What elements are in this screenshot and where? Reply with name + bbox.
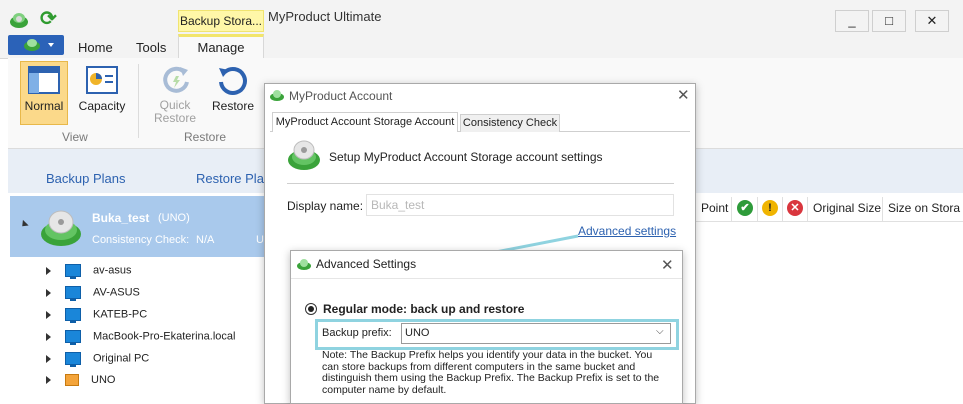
column-size-on-storage[interactable]: Size on Stora bbox=[888, 201, 960, 215]
expand-icon[interactable] bbox=[46, 266, 51, 275]
column-divider bbox=[782, 197, 783, 221]
column-divider bbox=[731, 197, 732, 221]
backup-prefix-select[interactable]: UNO bbox=[401, 323, 671, 344]
backup-plans-link[interactable]: Backup Plans bbox=[46, 171, 126, 186]
column-divider bbox=[757, 197, 758, 221]
expand-icon[interactable] bbox=[46, 310, 51, 319]
expand-icon[interactable] bbox=[46, 288, 51, 297]
computer-icon bbox=[65, 308, 81, 323]
capacity-label[interactable]: Capacity bbox=[74, 99, 130, 113]
list-item[interactable]: UNO bbox=[46, 374, 115, 394]
divider bbox=[291, 278, 682, 279]
expand-icon[interactable] bbox=[46, 354, 51, 363]
restore-group-label: Restore bbox=[184, 130, 227, 144]
normal-view-label: Normal bbox=[24, 99, 64, 113]
view-group-label: View bbox=[62, 130, 88, 144]
tab-home[interactable]: Home bbox=[78, 40, 113, 55]
computer-name: AV-ASUS bbox=[93, 286, 140, 299]
app-menu-button[interactable] bbox=[8, 35, 64, 55]
advanced-dialog-logo-icon bbox=[296, 257, 312, 274]
advanced-settings-link[interactable]: Advanced settings bbox=[578, 224, 676, 238]
normal-view-icon bbox=[28, 66, 60, 97]
computer-name: MacBook-Pro-Ekaterina.local bbox=[93, 330, 236, 343]
app-logo-icon bbox=[8, 10, 30, 30]
tab-manage[interactable]: Manage bbox=[178, 34, 264, 59]
chevron-down-icon[interactable]: ⌵ bbox=[656, 326, 664, 337]
list-item[interactable]: av-asus bbox=[46, 264, 132, 284]
setup-description: Setup MyProduct Account Storage account … bbox=[329, 150, 603, 164]
display-name-label: Display name: bbox=[287, 199, 364, 213]
storage-name: Buka_test bbox=[92, 211, 150, 225]
ok-status-icon[interactable]: ✔ bbox=[737, 200, 753, 216]
list-item[interactable]: MacBook-Pro-Ekaterina.local bbox=[46, 330, 235, 350]
consistency-value: N/A bbox=[196, 234, 215, 246]
minimize-button[interactable]: _ bbox=[835, 10, 869, 32]
window-title: MyProduct Ultimate bbox=[268, 9, 382, 24]
warning-status-icon[interactable]: ! bbox=[762, 200, 778, 216]
capacity-icon[interactable] bbox=[86, 66, 118, 97]
computer-name: KATEB-PC bbox=[93, 308, 148, 321]
error-status-icon[interactable]: ✕ bbox=[787, 200, 803, 216]
restore-button[interactable]: Restore bbox=[208, 99, 258, 113]
consistency-label: Consistency Check: bbox=[92, 234, 190, 246]
quick-restore-icon bbox=[160, 64, 192, 99]
advanced-dialog-close-icon[interactable]: ✕ bbox=[661, 256, 674, 274]
computer-name: UNO bbox=[91, 374, 116, 386]
account-dialog-title: MyProduct Account bbox=[289, 89, 393, 103]
title-bar bbox=[0, 0, 963, 34]
regular-mode-label[interactable]: Regular mode: back up and restore bbox=[323, 302, 524, 316]
list-item[interactable]: Original PC bbox=[46, 352, 149, 372]
account-dialog-close-icon[interactable]: ✕ bbox=[677, 86, 690, 104]
list-item[interactable]: AV-ASUS bbox=[46, 286, 140, 306]
storage-extra: U bbox=[256, 234, 264, 246]
computer-name: av-asus bbox=[93, 264, 132, 277]
quick-restore-button: Quick Restore bbox=[153, 98, 197, 125]
restore-icon[interactable] bbox=[215, 64, 249, 99]
divider bbox=[287, 183, 674, 184]
storage-setup-icon bbox=[286, 138, 322, 175]
regular-mode-radio[interactable] bbox=[305, 303, 317, 315]
column-divider bbox=[882, 197, 883, 221]
computer-icon bbox=[65, 264, 81, 279]
list-item[interactable]: KATEB-PC bbox=[46, 308, 147, 328]
tab-tools[interactable]: Tools bbox=[136, 40, 166, 55]
column-point[interactable]: Point bbox=[701, 201, 728, 215]
storage-tag: (UNO) bbox=[158, 212, 190, 224]
expand-icon[interactable] bbox=[46, 332, 51, 341]
context-tab-label: Backup Stora... bbox=[178, 10, 264, 32]
tab-consistency-check[interactable]: Consistency Check bbox=[460, 114, 560, 132]
storage-account-icon bbox=[38, 204, 84, 253]
advanced-dialog-title: Advanced Settings bbox=[316, 257, 417, 271]
computer-icon bbox=[65, 330, 81, 345]
maximize-button[interactable]: □ bbox=[872, 10, 906, 32]
backup-prefix-note: Note: The Backup Prefix helps you identi… bbox=[322, 349, 660, 396]
dialog-logo-icon bbox=[269, 88, 285, 105]
home-icon bbox=[65, 374, 79, 387]
backup-prefix-label: Backup prefix: bbox=[322, 327, 392, 339]
ribbon-divider bbox=[138, 64, 139, 138]
column-original-size[interactable]: Original Size bbox=[813, 201, 881, 215]
refresh-icon[interactable]: ⟳ bbox=[40, 9, 60, 29]
computer-icon bbox=[65, 286, 81, 301]
close-button[interactable]: ✕ bbox=[915, 10, 949, 32]
computer-name: Original PC bbox=[93, 352, 150, 365]
tab-storage-account[interactable]: MyProduct Account Storage Account bbox=[272, 112, 458, 132]
expand-icon[interactable] bbox=[46, 376, 51, 385]
computer-icon bbox=[65, 352, 81, 367]
column-divider bbox=[807, 197, 808, 221]
display-name-field[interactable] bbox=[366, 194, 674, 216]
